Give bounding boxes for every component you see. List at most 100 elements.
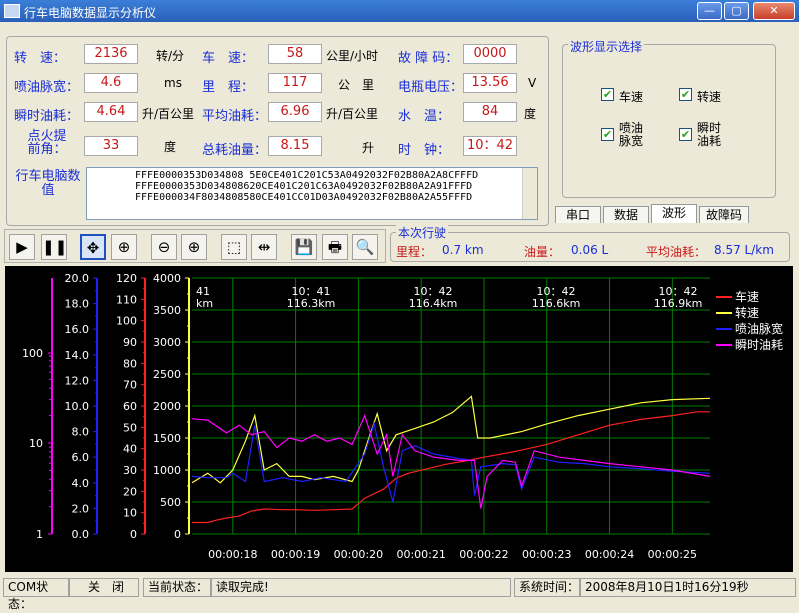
param-unit-ignition: 度 <box>164 140 177 154</box>
param-label-speed_rpm: 转 速： <box>14 51 67 66</box>
param-value-speed: 58 <box>268 44 322 64</box>
param-value-pulse: 4.6 <box>84 73 138 93</box>
axis-tick-label: 80 <box>123 357 137 370</box>
axis-tick-label: 100 <box>116 315 137 328</box>
status-current-value: 读取完成! <box>211 578 511 597</box>
axis-tick-label: 120 <box>116 272 137 285</box>
trip-fuel-value: 0.06 L <box>571 243 609 257</box>
axis-tick-label: 90 <box>123 336 137 349</box>
status-com-value: 关 闭 <box>69 578 139 597</box>
axis-tick-label: 10 <box>29 437 43 450</box>
minimize-button[interactable]: — <box>697 2 722 20</box>
close-button[interactable]: ✕ <box>753 2 795 20</box>
checkbox-rpm-label: 转速 <box>697 90 722 104</box>
raw-data-box[interactable]: FFFE0000353D034808 5E0CE401C201C53A04920… <box>86 167 538 220</box>
param-label-clock: 时 钟： <box>398 143 451 158</box>
pan-button[interactable]: ✥ <box>80 234 106 260</box>
select-button[interactable]: ⬚ <box>221 234 247 260</box>
param-value-avg_fuel: 6.96 <box>268 102 322 122</box>
x-tick-label: 00:00:18 <box>208 548 257 561</box>
axis-tick-label: 100 <box>22 347 43 360</box>
chart-background <box>5 266 793 572</box>
save-button[interactable]: 💾 <box>291 234 317 260</box>
x-tick-label: 00:00:21 <box>396 548 445 561</box>
legend-label: 瞬时油耗 <box>735 338 783 352</box>
zoom-fit-button[interactable]: ⊕ <box>111 234 137 260</box>
x-tick-label: 00:00:24 <box>585 548 634 561</box>
x-tick-label: 00:00:20 <box>334 548 383 561</box>
axis-tick-label: 500 <box>160 496 181 509</box>
axis-tick-label: 1 <box>36 528 43 541</box>
trip-mileage-label: 里程： <box>396 245 433 259</box>
param-unit-speed_rpm: 转/分 <box>156 49 185 63</box>
param-unit-pulse: ms <box>164 76 182 90</box>
legend-label: 转速 <box>735 305 759 320</box>
status-time-value: 2008年8月10日1时16分19秒 <box>580 578 796 597</box>
status-com-label: COM状态： <box>3 578 69 611</box>
preview-button[interactable]: 🔍 <box>352 234 378 260</box>
raw-data-label: 行车电脑数 值 <box>15 169 93 198</box>
axis-tick-label: 2.0 <box>72 502 90 515</box>
title-bar: 行车电脑数据显示分析仪 — ▢ ✕ <box>0 0 799 22</box>
checkbox-speed[interactable]: ✔ <box>601 88 614 101</box>
param-value-ignition: 33 <box>84 136 138 156</box>
raw-line: FFFE0000353D034808620CE401C201C63A049203… <box>135 181 473 192</box>
trip-avg-value: 8.57 L/km <box>714 243 774 257</box>
maximize-button[interactable]: ▢ <box>724 2 749 20</box>
waveform-chart[interactable]: 00:00:18 00:00:19 00:00:20 00:00:21 00:00:22… <box>5 266 793 572</box>
param-label-avg_fuel: 平均油耗： <box>202 109 268 124</box>
param-value-fault: 0000 <box>463 44 517 64</box>
param-value-voltage: 13.56 <box>463 73 517 93</box>
param-label-water: 水 温： <box>398 109 451 124</box>
trip-avg-label: 平均油耗： <box>646 245 707 259</box>
tab-fault[interactable]: 故障码 <box>699 206 749 223</box>
checkbox-inst-fuel-label: 瞬时油耗 <box>697 121 722 148</box>
param-label-voltage: 电瓶电压： <box>398 80 464 95</box>
axis-tick-label: 4000 <box>153 272 181 285</box>
param-unit-total_fuel: 升 <box>362 141 375 155</box>
axis-tick-label: 2500 <box>153 368 181 381</box>
param-unit-avg_fuel: 升/百公里 <box>326 107 379 121</box>
checkbox-rpm[interactable]: ✔ <box>679 88 692 101</box>
axis-tick-label: 50 <box>123 421 137 434</box>
axis-tick-label: 0 <box>130 528 137 541</box>
wave-select-title: 波形显示选择 <box>568 38 645 55</box>
checkbox-pulse[interactable]: ✔ <box>601 128 614 141</box>
axis-tick-label: 16.0 <box>65 323 90 336</box>
legend-label: 喷油脉宽 <box>735 321 783 336</box>
tab-wave[interactable]: 波形 <box>651 204 697 223</box>
pause-button[interactable]: ❚❚ <box>41 234 67 260</box>
param-value-mileage: 117 <box>268 73 322 93</box>
split-button[interactable]: ⇹ <box>251 234 277 260</box>
checkbox-inst-fuel[interactable]: ✔ <box>679 128 692 141</box>
zoom-in-button[interactable]: ⊕ <box>181 234 207 260</box>
tab-data[interactable]: 数据 <box>603 206 649 223</box>
axis-tick-label: 40 <box>123 443 137 456</box>
marker-km: km <box>196 297 213 310</box>
axis-tick-label: 0 <box>174 528 181 541</box>
print-button[interactable]: 🖶 <box>322 234 348 260</box>
app-icon <box>4 4 20 18</box>
param-label-fault: 故 障 码： <box>398 51 459 66</box>
x-tick-label: 00:00:19 <box>271 548 320 561</box>
axis-tick-label: 10 <box>123 507 137 520</box>
param-label-inst_fuel: 瞬时油耗： <box>14 109 80 124</box>
zoom-out-button[interactable]: ⊖ <box>151 234 177 260</box>
checkbox-speed-label: 车速 <box>619 90 644 104</box>
axis-tick-label: 30 <box>123 464 137 477</box>
checkbox-pulse-label: 喷油脉宽 <box>619 121 644 148</box>
trip-mileage-value: 0.7 km <box>442 243 484 257</box>
param-unit-speed: 公里/小时 <box>326 49 379 63</box>
scrollbar[interactable] <box>522 168 537 219</box>
tab-serial[interactable]: 串口 <box>555 206 601 223</box>
param-unit-inst_fuel: 升/百公里 <box>142 107 195 121</box>
window-title: 行车电脑数据显示分析仪 <box>24 6 157 20</box>
axis-tick-label: 1000 <box>153 464 181 477</box>
axis-tick-label: 6.0 <box>72 451 90 464</box>
axis-tick-label: 110 <box>116 293 137 306</box>
axis-tick-label: 2000 <box>153 400 181 413</box>
param-value-clock: 10：42 <box>463 136 517 156</box>
param-unit-water: 度 <box>524 107 537 121</box>
trip-title: 本次行驶 <box>396 224 449 241</box>
play-button[interactable]: ▶ <box>9 234 35 260</box>
